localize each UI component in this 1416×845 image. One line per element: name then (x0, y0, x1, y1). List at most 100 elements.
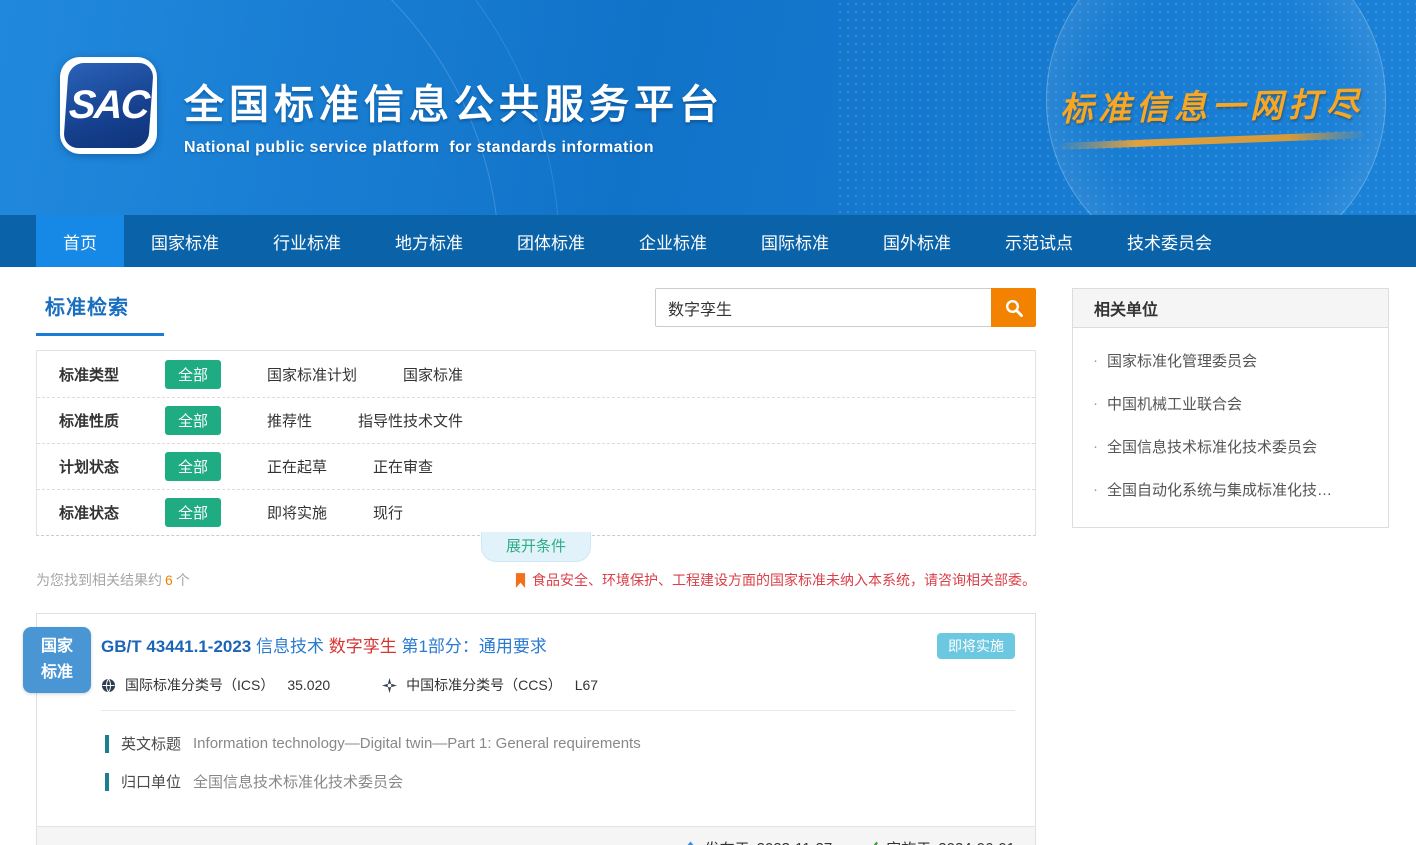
nav-item-national-standards[interactable]: 国家标准 (124, 215, 246, 267)
site-header: SAC 全国标准信息公共服务平台 National public service… (0, 0, 1416, 215)
standard-title-part: 第1部分：通用要求 (401, 637, 546, 656)
filter-all-button[interactable]: 全部 (165, 406, 221, 435)
slogan-text: 标准信息一网打尽 (1059, 77, 1364, 130)
main-column: 标准检索 标准类型 (36, 288, 1036, 845)
ics-value: 35.020 (287, 677, 330, 693)
status-badge: 即将实施 (937, 633, 1015, 659)
ics-meta: 国际标准分类号（ICS） 35.020 (101, 675, 330, 695)
filter-option[interactable]: 国家标准 (403, 364, 463, 385)
related-organizations-panel: 相关单位 · 国家标准化管理委员会 · 中国机械工业联合会 · 全国信息技术标准… (1072, 288, 1389, 528)
field-label: 归口单位 (121, 771, 181, 792)
page-title: 标准检索 (45, 291, 164, 320)
nav-item-international-standards[interactable]: 国际标准 (734, 215, 856, 267)
nav-item-technical-committee[interactable]: 技术委员会 (1100, 215, 1239, 267)
search-input[interactable] (655, 288, 991, 327)
card-title-row: GB/T 43441.1-2023 信息技术 数字孪生 第1部分：通用要求 即将… (101, 632, 1015, 659)
filter-option[interactable]: 推荐性 (267, 410, 312, 431)
expand-conditions-button[interactable]: 展开条件 (481, 532, 591, 562)
filter-label: 标准类型 (59, 364, 131, 385)
filter-option[interactable]: 指导性技术文件 (358, 410, 463, 431)
sidebar-item-automation-committee[interactable]: · 全国自动化系统与集成标准化技… (1073, 468, 1388, 511)
search-icon (1004, 298, 1024, 318)
result-info-row: 为您找到相关结果约6个 食品安全、环境保护、工程建设方面的国家标准未纳入本系统，… (36, 570, 1036, 590)
standard-title-highlight: 数字孪生 (329, 637, 397, 656)
publish-icon (683, 841, 698, 845)
sidebar-item-it-committee[interactable]: · 全国信息技术标准化技术委员会 (1073, 425, 1388, 468)
sidebar-item-machinery-federation[interactable]: · 中国机械工业联合会 (1073, 382, 1388, 425)
nav-item-local-standards[interactable]: 地方标准 (368, 215, 490, 267)
filter-option[interactable]: 正在审查 (373, 456, 433, 477)
result-count-number: 6 (165, 572, 173, 588)
page: SAC 全国标准信息公共服务平台 National public service… (0, 0, 1416, 845)
ics-label: 国际标准分类号（ICS） (125, 675, 274, 695)
sidebar-title: 相关单位 (1073, 289, 1388, 328)
bullet: · (1093, 438, 1098, 455)
search-box (655, 288, 1036, 327)
sidebar-item-label: 国家标准化管理委员会 (1107, 350, 1257, 371)
sidebar-item-label: 全国自动化系统与集成标准化技… (1107, 479, 1332, 500)
sac-logo[interactable]: SAC (60, 57, 157, 154)
bullet: · (1093, 395, 1098, 412)
sidebar-item-sac[interactable]: · 国家标准化管理委员会 (1073, 339, 1388, 382)
card-main: GB/T 43441.1-2023 信息技术 数字孪生 第1部分：通用要求 即将… (37, 614, 1035, 811)
committee-value: 全国信息技术标准化技术委员会 (193, 771, 403, 792)
publish-label: 发布于 (705, 838, 750, 845)
filter-option[interactable]: 即将实施 (267, 502, 327, 523)
card-meta-row: 国际标准分类号（ICS） 35.020 中国标准分类号（CCS） (101, 675, 1015, 711)
main-nav: 首页 国家标准 行业标准 地方标准 团体标准 企业标准 国际标准 国外标准 示范… (0, 215, 1416, 267)
sidebar-item-label: 全国信息技术标准化技术委员会 (1107, 436, 1317, 457)
filter-label: 计划状态 (59, 456, 131, 477)
filter-all-button[interactable]: 全部 (165, 452, 221, 481)
nav-item-industry-standards[interactable]: 行业标准 (246, 215, 368, 267)
filter-label: 标准状态 (59, 502, 131, 523)
sac-logo-text: SAC (63, 63, 154, 148)
result-card: 国家 标准 GB/T 43441.1-2023 信息技术 数字孪生 第1部分：通… (36, 613, 1036, 845)
nav-item-foreign-standards[interactable]: 国外标准 (856, 215, 978, 267)
filter-all-button[interactable]: 全部 (165, 360, 221, 389)
field-row-committee: 归口单位 全国信息技术标准化技术委员会 (101, 771, 1015, 792)
english-title-value: Information technology—Digital twin—Part… (193, 735, 641, 752)
nav-item-home[interactable]: 首页 (36, 215, 124, 267)
nav-item-group-standards[interactable]: 团体标准 (490, 215, 612, 267)
globe-icon (101, 678, 116, 693)
site-titles: 全国标准信息公共服务平台 National public service pla… (184, 72, 724, 157)
nav-item-enterprise-standards[interactable]: 企业标准 (612, 215, 734, 267)
filter-option[interactable]: 正在起草 (267, 456, 327, 477)
filter-row-standard-nature: 标准性质 全部 推荐性 指导性技术文件 (37, 397, 1035, 443)
standard-type-badge: 国家 标准 (23, 627, 91, 693)
result-count: 为您找到相关结果约6个 (36, 570, 190, 590)
implement-label: 实施于 (886, 838, 931, 845)
standard-code: GB/T 43441.1-2023 (101, 637, 251, 656)
system-notice: 食品安全、环境保护、工程建设方面的国家标准未纳入本系统，请咨询相关部委。 (515, 570, 1036, 590)
standard-title-link[interactable]: GB/T 43441.1-2023 信息技术 数字孪生 第1部分：通用要求 (101, 632, 547, 657)
search-row: 标准检索 (36, 288, 1036, 336)
implement-date: 2024-06-01 (938, 840, 1015, 845)
nav-item-pilot[interactable]: 示范试点 (978, 215, 1100, 267)
filter-option[interactable]: 现行 (373, 502, 403, 523)
filter-option[interactable]: 国家标准计划 (267, 364, 357, 385)
site-title-en: National public service platform for sta… (184, 139, 724, 157)
publish-date-group: 发布于 2023-11-27 (683, 838, 833, 845)
content: 标准检索 标准类型 (0, 267, 1416, 845)
filter-row-standard-status: 标准状态 全部 即将实施 现行 (37, 489, 1035, 535)
bullet: · (1093, 481, 1098, 498)
filter-all-button[interactable]: 全部 (165, 498, 221, 527)
field-row-english-title: 英文标题 Information technology—Digital twin… (101, 733, 1015, 754)
sidebar-list: · 国家标准化管理委员会 · 中国机械工业联合会 · 全国信息技术标准化技术委员… (1073, 328, 1388, 527)
filter-row-standard-type: 标准类型 全部 国家标准计划 国家标准 (37, 351, 1035, 397)
card-footer: 发布于 2023-11-27 实施于 2024-06-01 (37, 826, 1035, 845)
ccs-value: L67 (575, 677, 598, 693)
filter-panel: 标准类型 全部 国家标准计划 国家标准 标准性质 全部 推荐性 指导性技术文件 … (36, 350, 1036, 536)
implement-date-group: 实施于 2024-06-01 (864, 838, 1015, 845)
field-label: 英文标题 (121, 733, 181, 754)
ccs-label: 中国标准分类号（CCS） (406, 675, 562, 695)
bookmark-icon (515, 573, 526, 588)
section-title-wrap: 标准检索 (36, 288, 164, 336)
sidebar-item-label: 中国机械工业联合会 (1107, 393, 1242, 414)
field-bar (105, 735, 109, 753)
search-button[interactable] (991, 288, 1036, 327)
slogan: 标准信息一网打尽 (1059, 77, 1364, 146)
field-bar (105, 773, 109, 791)
standard-title-part: 信息技术 (256, 637, 324, 656)
site-title-cn: 全国标准信息公共服务平台 (184, 72, 724, 130)
